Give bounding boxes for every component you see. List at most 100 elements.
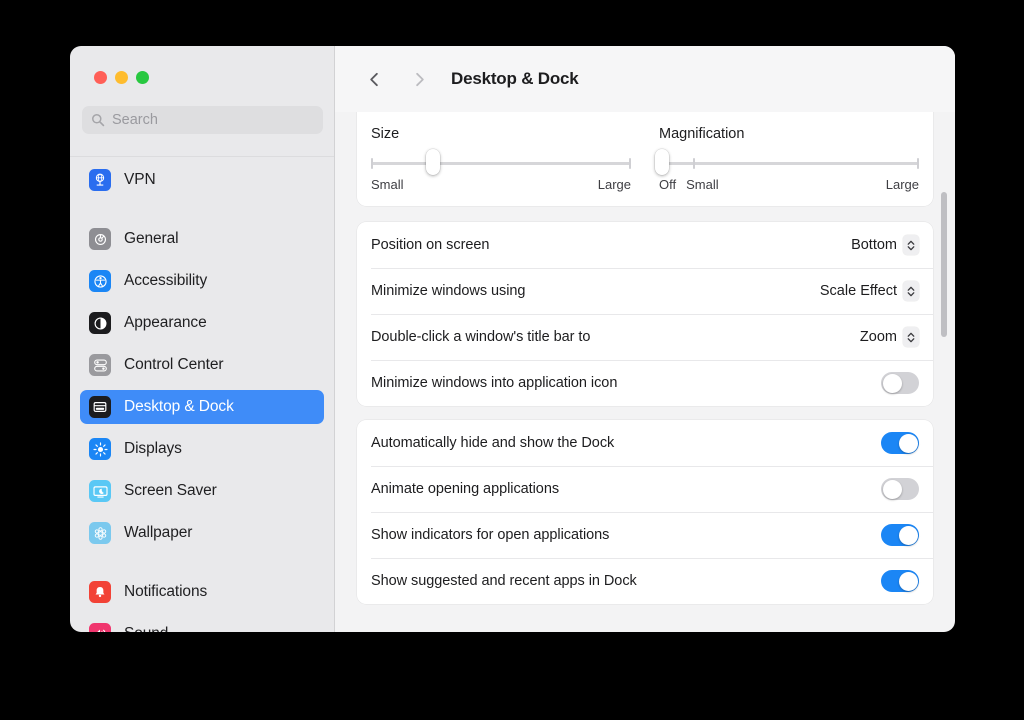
- chevron-left-icon: [365, 70, 384, 89]
- wallpaper-icon: [89, 522, 111, 544]
- search-field[interactable]: [82, 106, 323, 134]
- size-slider-tick-min: [371, 158, 373, 169]
- sidebar-item-label: Displays: [124, 440, 182, 458]
- magnification-slider-track: [659, 162, 919, 165]
- sidebar-item-screen-saver[interactable]: Screen Saver: [80, 474, 324, 508]
- accessibility-icon: [89, 270, 111, 292]
- size-slider-group: Size Small Large: [357, 126, 645, 192]
- row-label: Automatically hide and show the Dock: [371, 435, 614, 451]
- toggle-knob: [899, 572, 918, 591]
- magnification-slider-tick-small: [693, 158, 695, 169]
- size-slider[interactable]: [371, 154, 631, 172]
- sidebar-item-label: VPN: [124, 171, 156, 189]
- chevron-updown-box: [903, 235, 919, 255]
- notifications-icon: [89, 581, 111, 603]
- desktop-dock-icon: [89, 396, 111, 418]
- sidebar: VPN General Accessibility Appearance Control…: [70, 46, 335, 632]
- back-button[interactable]: [357, 62, 391, 96]
- sidebar-item-sound[interactable]: Sound: [80, 617, 324, 632]
- magnification-slider-tick-max: [917, 158, 919, 169]
- magnification-slider-group: Magnification Off Small Large: [645, 126, 933, 192]
- toggle-knob: [883, 374, 902, 393]
- popup-value: Bottom: [851, 237, 897, 253]
- magnification-slider-label: Magnification: [659, 126, 919, 142]
- toggle-switch[interactable]: [881, 478, 919, 500]
- control-center-icon: [89, 354, 111, 376]
- popup-value: Scale Effect: [820, 283, 897, 299]
- toggle-knob: [899, 526, 918, 545]
- gear-icon: [89, 228, 111, 250]
- appearance-icon: [89, 312, 111, 334]
- settings-row: Show suggested and recent apps in Dock: [357, 558, 933, 604]
- chevron-updown-icon: [906, 284, 916, 299]
- sidebar-item-label: Screen Saver: [124, 482, 217, 500]
- toggle-switch[interactable]: [881, 570, 919, 592]
- settings-window: VPN General Accessibility Appearance Control…: [70, 46, 955, 632]
- screen-saver-icon: [89, 480, 111, 502]
- row-label: Double-click a window's title bar to: [371, 329, 590, 345]
- popup-button[interactable]: Scale Effect: [820, 281, 919, 301]
- toolbar: Desktop & Dock: [335, 46, 955, 112]
- sidebar-item-desktop-dock[interactable]: Desktop & Dock: [80, 390, 324, 424]
- maximize-button[interactable]: [136, 71, 149, 84]
- sidebar-item-general[interactable]: General: [80, 222, 324, 256]
- settings-scroll-area[interactable]: Size Small Large Magnification: [335, 112, 955, 632]
- size-slider-thumb[interactable]: [426, 149, 440, 175]
- toggle-switch[interactable]: [881, 524, 919, 546]
- settings-row: Animate opening applications: [357, 466, 933, 512]
- sidebar-item-accessibility[interactable]: Accessibility: [80, 264, 324, 298]
- sidebar-item-wallpaper[interactable]: Wallpaper: [80, 516, 324, 550]
- forward-button[interactable]: [402, 62, 436, 96]
- settings-row: Double-click a window's title bar to Zoo…: [357, 314, 933, 360]
- settings-row: Minimize windows into application icon: [357, 360, 933, 406]
- sidebar-item-displays[interactable]: Displays: [80, 432, 324, 466]
- popup-button[interactable]: Zoom: [860, 327, 919, 347]
- popup-button[interactable]: Bottom: [851, 235, 919, 255]
- sidebar-item-appearance[interactable]: Appearance: [80, 306, 324, 340]
- search-input[interactable]: [112, 112, 314, 128]
- sidebar-scroll-area[interactable]: VPN General Accessibility Appearance Control…: [70, 157, 334, 632]
- sidebar-item-label: Sound: [124, 625, 168, 632]
- size-slider-label: Size: [371, 126, 631, 142]
- sidebar-group-gap: [70, 205, 334, 222]
- displays-icon: [89, 438, 111, 460]
- sidebar-item-notifications[interactable]: Notifications: [80, 575, 324, 609]
- magnification-slider-thumb[interactable]: [655, 149, 669, 175]
- sidebar-group: Notifications Sound: [70, 575, 334, 632]
- row-label: Minimize windows into application icon: [371, 375, 617, 391]
- toggle-switch[interactable]: [881, 372, 919, 394]
- sidebar-group-gap: [70, 558, 334, 575]
- magnification-min-label: Small: [686, 177, 719, 192]
- dock-options-card: Automatically hide and show the Dock Ani…: [357, 420, 933, 604]
- toggle-switch[interactable]: [881, 432, 919, 454]
- traffic-lights: [94, 71, 149, 84]
- content-scrollbar[interactable]: [941, 192, 947, 337]
- magnification-max-label: Large: [886, 177, 919, 192]
- sidebar-group: VPN: [70, 163, 334, 197]
- minimize-button[interactable]: [115, 71, 128, 84]
- toggle-knob: [883, 480, 902, 499]
- dock-size-card: Size Small Large Magnification: [357, 112, 933, 206]
- magnification-slider[interactable]: [659, 154, 919, 172]
- magnification-off-label: Off: [659, 177, 676, 192]
- sidebar-item-label: Notifications: [124, 583, 207, 601]
- row-label: Animate opening applications: [371, 481, 559, 497]
- chevron-right-icon: [410, 70, 429, 89]
- sidebar-group: General Accessibility Appearance Control Ce…: [70, 222, 334, 550]
- search-icon: [91, 113, 105, 127]
- settings-row: Show indicators for open applications: [357, 512, 933, 558]
- dock-behavior-card: Position on screen Bottom Minimize windo…: [357, 222, 933, 406]
- settings-row: Minimize windows using Scale Effect: [357, 268, 933, 314]
- sidebar-item-label: Appearance: [124, 314, 207, 332]
- toggle-knob: [899, 434, 918, 453]
- sidebar-item-vpn[interactable]: VPN: [80, 163, 324, 197]
- sidebar-item-label: General: [124, 230, 178, 248]
- sidebar-item-control-center[interactable]: Control Center: [80, 348, 324, 382]
- size-slider-min-label: Small: [371, 177, 404, 192]
- content-pane: Desktop & Dock Size Small Large: [335, 46, 955, 632]
- chevron-updown-box: [903, 327, 919, 347]
- close-button[interactable]: [94, 71, 107, 84]
- size-slider-max-label: Large: [598, 177, 631, 192]
- sidebar-item-label: Desktop & Dock: [124, 398, 234, 416]
- settings-row: Automatically hide and show the Dock: [357, 420, 933, 466]
